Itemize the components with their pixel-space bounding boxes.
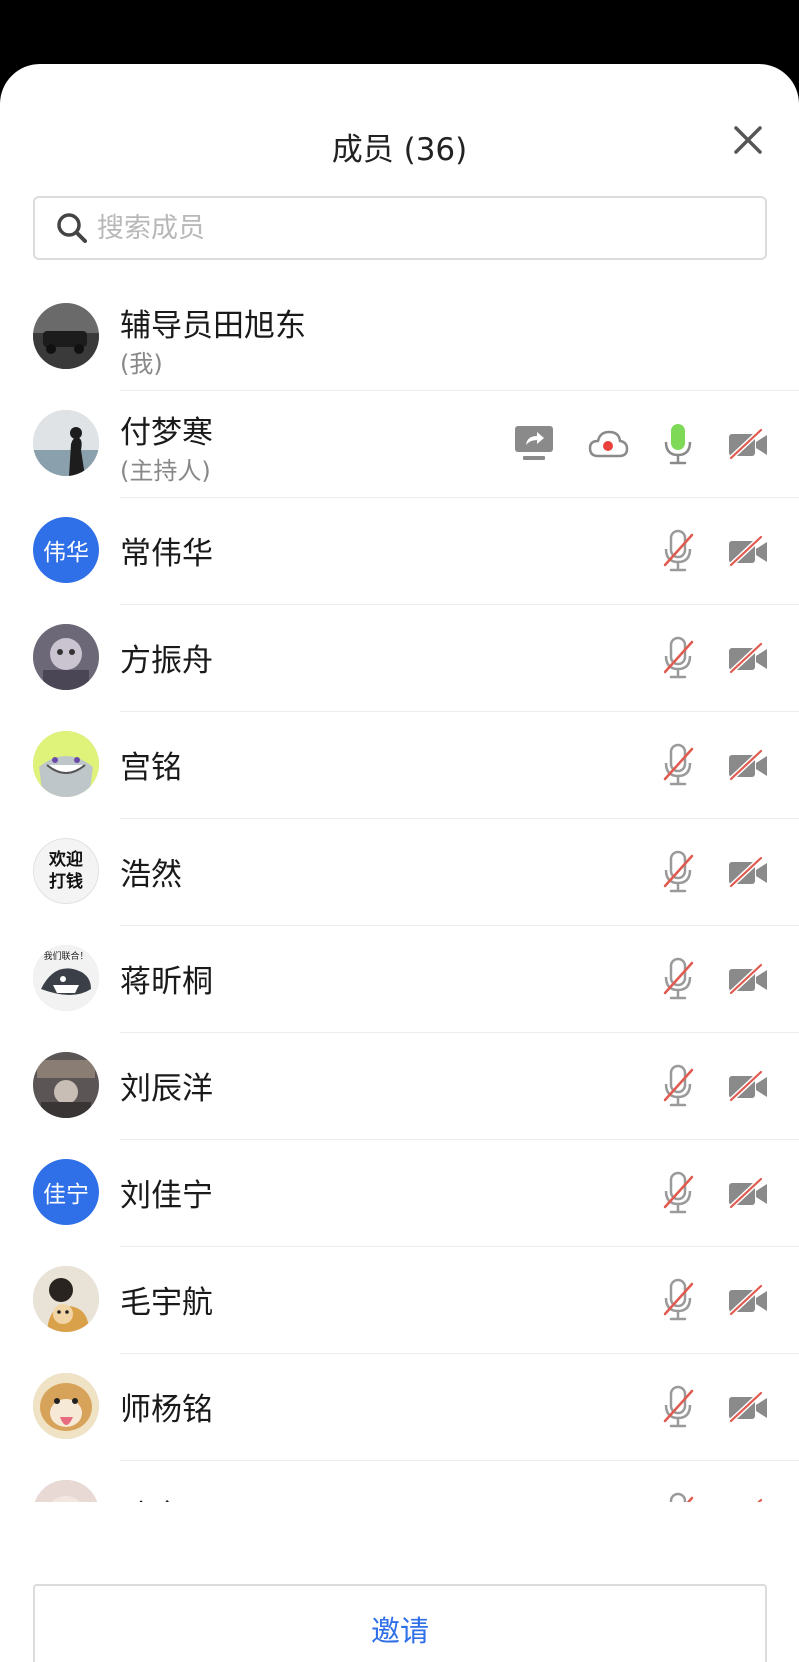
mic-off-icon[interactable]	[661, 1064, 695, 1108]
member-status-icons	[661, 742, 769, 788]
member-status-icons	[661, 956, 769, 1002]
avatar: 伟华	[33, 517, 99, 583]
avatar	[33, 624, 99, 690]
camera-off-icon[interactable]	[727, 1391, 769, 1423]
camera-off-icon[interactable]	[727, 1070, 769, 1102]
member-name: 刘佳宁	[120, 1178, 213, 1214]
member-list[interactable]: 辅导员田旭东 (我) 付梦寒 (主持人) 伟华 常伟华方振舟宫铭欢迎打钱 浩然我们联合！ 蒋昕…	[0, 284, 799, 1502]
avatar	[33, 1480, 99, 1502]
member-status-icons	[661, 528, 769, 574]
mic-on-icon[interactable]	[661, 422, 695, 466]
mic-off-icon[interactable]	[661, 957, 695, 1001]
member-status-icons	[661, 1063, 769, 1109]
member-name: 孙康环	[120, 1491, 213, 1502]
member-row[interactable]: 欢迎打钱 浩然	[0, 819, 799, 926]
member-row[interactable]: 孙康环	[0, 1461, 799, 1502]
member-name: 付梦寒	[120, 415, 213, 451]
member-name: 刘辰洋	[120, 1071, 213, 1107]
member-row[interactable]: 辅导员田旭东 (我)	[0, 284, 799, 391]
screen-share-icon[interactable]	[513, 424, 555, 464]
search-icon	[57, 213, 87, 243]
cloud-record-icon[interactable]	[587, 428, 629, 460]
member-role: (我)	[120, 350, 163, 378]
mic-off-icon[interactable]	[661, 1492, 695, 1502]
camera-off-icon[interactable]	[727, 1177, 769, 1209]
member-status-icons	[661, 1491, 769, 1502]
member-status-icons	[661, 1277, 769, 1323]
search-input[interactable]	[97, 212, 697, 244]
avatar	[33, 410, 99, 476]
member-status-icons	[661, 1384, 769, 1430]
page-title: 成员 (36)	[331, 132, 468, 168]
avatar	[33, 731, 99, 797]
member-name: 毛宇航	[120, 1285, 213, 1321]
member-row[interactable]: 刘辰洋	[0, 1033, 799, 1140]
camera-off-icon[interactable]	[727, 428, 769, 460]
member-role: (主持人)	[120, 457, 211, 485]
member-status-icons	[661, 1170, 769, 1216]
camera-off-icon[interactable]	[727, 535, 769, 567]
member-status-icons	[513, 421, 769, 467]
member-row[interactable]: 师杨铭	[0, 1354, 799, 1461]
member-name: 辅导员田旭东	[120, 308, 306, 344]
member-row[interactable]: 付梦寒 (主持人)	[0, 391, 799, 498]
member-row[interactable]: 毛宇航	[0, 1247, 799, 1354]
member-status-icons	[661, 635, 769, 681]
mic-off-icon[interactable]	[661, 1385, 695, 1429]
panel-header: 成员 (36)	[0, 64, 799, 260]
invite-button[interactable]: 邀请	[33, 1584, 767, 1662]
member-name: 蒋昕桐	[120, 964, 213, 1000]
member-row[interactable]: 方振舟	[0, 605, 799, 712]
avatar-text: 欢迎打钱	[49, 850, 83, 892]
member-status-icons	[661, 849, 769, 895]
mic-off-icon[interactable]	[661, 1278, 695, 1322]
svg-text:我们联合！: 我们联合！	[43, 950, 88, 962]
camera-off-icon[interactable]	[727, 856, 769, 888]
member-name: 师杨铭	[120, 1392, 213, 1428]
member-name: 方振舟	[120, 643, 213, 679]
mic-off-icon[interactable]	[661, 850, 695, 894]
member-row[interactable]: 伟华 常伟华	[0, 498, 799, 605]
mic-off-icon[interactable]	[661, 1171, 695, 1215]
member-row[interactable]: 我们联合！ 蒋昕桐	[0, 926, 799, 1033]
member-name: 宫铭	[120, 750, 182, 786]
avatar	[33, 1266, 99, 1332]
camera-off-icon[interactable]	[727, 963, 769, 995]
camera-off-icon[interactable]	[727, 1498, 769, 1502]
camera-off-icon[interactable]	[727, 749, 769, 781]
close-button[interactable]	[732, 124, 764, 156]
camera-off-icon[interactable]	[727, 642, 769, 674]
member-name: 常伟华	[120, 536, 213, 572]
avatar: 佳宁	[33, 1159, 99, 1225]
avatar: 我们联合！	[33, 945, 99, 1011]
member-row[interactable]: 宫铭	[0, 712, 799, 819]
member-row[interactable]: 佳宁 刘佳宁	[0, 1140, 799, 1247]
avatar	[33, 1052, 99, 1118]
close-icon	[734, 126, 762, 154]
member-name: 浩然	[120, 857, 182, 893]
members-panel: 成员 (36) 辅导员田旭东 (我) 付梦寒 (主持人) 伟华常伟华方振舟宫铭欢迎打钱 浩…	[0, 64, 799, 1662]
mic-off-icon[interactable]	[661, 743, 695, 787]
search-field[interactable]	[33, 196, 767, 260]
avatar	[33, 303, 99, 369]
avatar	[33, 1373, 99, 1439]
mic-off-icon[interactable]	[661, 529, 695, 573]
mic-off-icon[interactable]	[661, 636, 695, 680]
avatar: 欢迎打钱	[33, 838, 99, 904]
camera-off-icon[interactable]	[727, 1284, 769, 1316]
